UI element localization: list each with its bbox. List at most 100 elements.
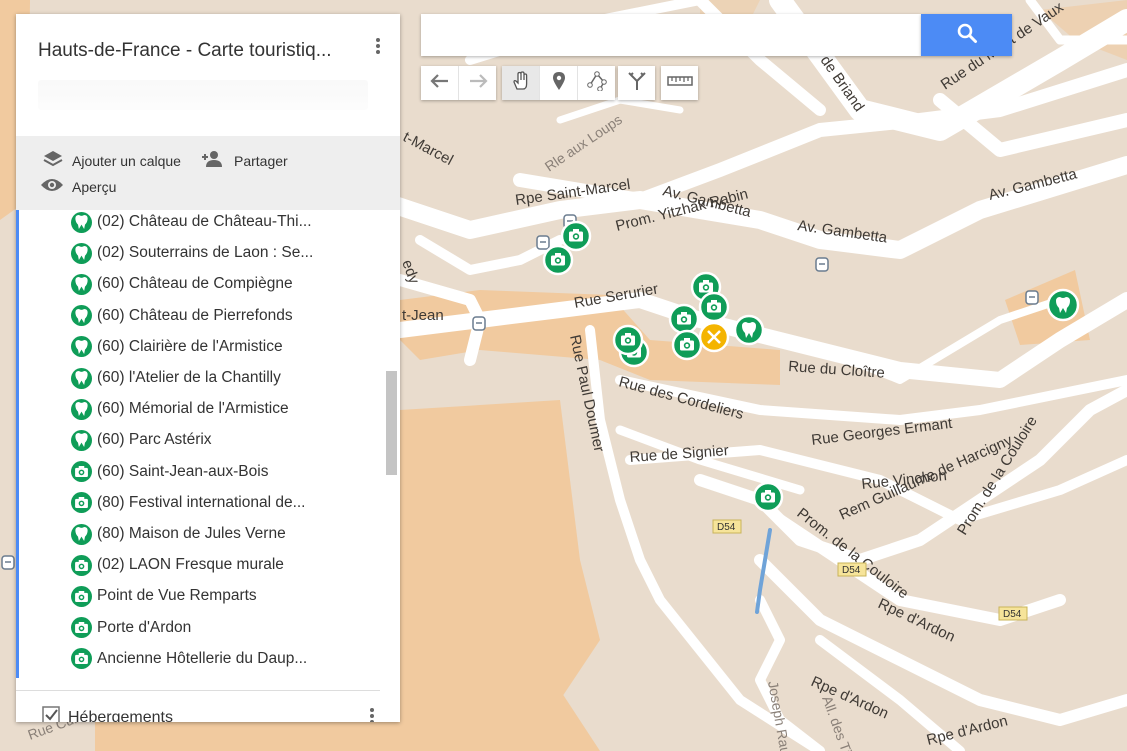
select-tool-button[interactable]: [502, 66, 540, 100]
add-directions-button[interactable]: [618, 66, 655, 100]
undo-icon: [429, 73, 450, 94]
list-item-label: Point de Vue Remparts: [97, 587, 257, 605]
line-icon: [586, 70, 607, 96]
list-item[interactable]: (60) l'Atelier de la Chantilly: [71, 364, 281, 392]
attraction-icon: [71, 336, 92, 358]
camera-marker[interactable]: [752, 481, 784, 513]
camera-icon: [71, 461, 92, 483]
list-item[interactable]: (80) Maison de Jules Verne: [71, 520, 286, 548]
camera-icon: [71, 617, 92, 639]
share-button[interactable]: Partager: [202, 150, 288, 171]
svg-text:D54: D54: [1003, 609, 1022, 620]
checkbox-checked-icon[interactable]: [42, 706, 60, 722]
list-item[interactable]: (80) Festival international de...: [71, 489, 306, 517]
list-item[interactable]: (60) Mémorial de l'Armistice: [71, 395, 289, 423]
measure-toolbar: [661, 66, 698, 100]
directions-toolbar: [618, 66, 655, 100]
street-label: t-Jean: [402, 307, 444, 324]
attraction-icon: [71, 273, 92, 295]
list-item[interactable]: (60) Parc Astérix: [71, 426, 212, 454]
bus-stop-icon[interactable]: [472, 316, 486, 331]
attraction-icon: [71, 305, 92, 327]
add-layer-label: Ajouter un calque: [72, 152, 181, 169]
list-item[interactable]: (02) LAON Fresque murale: [71, 551, 284, 579]
camera-marker[interactable]: [542, 244, 574, 276]
list-item-label: (60) Saint-Jean-aux-Bois: [97, 462, 269, 480]
list-item[interactable]: (60) Château de Compiègne: [71, 270, 293, 298]
share-label: Partager: [234, 152, 288, 169]
list-item-label: (02) LAON Fresque murale: [97, 556, 284, 574]
bus-stop-icon[interactable]: [1025, 290, 1039, 305]
eye-icon: [40, 177, 64, 196]
attraction-marker[interactable]: [733, 314, 765, 346]
redo-icon: [468, 73, 488, 94]
svg-text:D54: D54: [717, 522, 736, 533]
layers-icon: [42, 150, 64, 171]
directions-icon: [627, 71, 646, 96]
add-marker-button[interactable]: [540, 66, 578, 100]
list-item[interactable]: (60) Saint-Jean-aux-Bois: [71, 458, 268, 486]
camera-icon: [71, 492, 92, 514]
scrollbar[interactable]: [386, 371, 397, 475]
list-item-label: (80) Festival international de...: [97, 493, 306, 511]
camera-icon: [71, 585, 92, 607]
undo-button[interactable]: [421, 66, 459, 100]
restaurant-marker[interactable]: [698, 321, 730, 353]
camera-icon: [71, 554, 92, 576]
measure-button[interactable]: [661, 66, 698, 100]
list-item[interactable]: (60) Château de Pierrefonds: [71, 302, 293, 330]
list-item[interactable]: (02) Souterrains de Laon : Se...: [71, 239, 313, 267]
divider: [16, 690, 380, 691]
list-item-label: (60) Château de Compiègne: [97, 275, 293, 293]
list-item[interactable]: Point de Vue Remparts: [71, 582, 257, 610]
layer-header-hebergements[interactable]: Hébergements: [42, 706, 173, 722]
bus-stop-icon[interactable]: [815, 257, 829, 272]
camera-marker[interactable]: [612, 324, 644, 356]
camera-marker[interactable]: [668, 303, 700, 335]
layer-label: Hébergements: [68, 708, 173, 723]
search-button[interactable]: [921, 14, 1012, 56]
attraction-icon: [71, 211, 92, 233]
road-badge-d54: D54: [712, 519, 742, 534]
list-item-label: Porte d'Ardon: [97, 618, 192, 636]
list-item-label: (80) Maison de Jules Verne: [97, 525, 286, 542]
camera-marker[interactable]: [560, 220, 592, 252]
bus-stop-icon[interactable]: [536, 235, 550, 250]
map-description-placeholder[interactable]: [38, 80, 368, 110]
list-item-label: (60) l'Atelier de la Chantilly: [97, 369, 281, 386]
search-input[interactable]: [421, 14, 921, 56]
list-item[interactable]: (60) Clairière de l'Armistice: [71, 333, 283, 361]
list-item-label: (60) Clairière de l'Armistice: [97, 337, 283, 355]
more-options-icon[interactable]: [370, 36, 386, 60]
list-item-label: (60) Mémorial de l'Armistice: [97, 400, 289, 418]
map-actions-bar: Ajouter un calque Partager Aperçu: [16, 136, 400, 210]
attraction-icon: [71, 367, 92, 389]
attraction-icon: [71, 242, 92, 264]
road-badge-d54: D54: [998, 606, 1028, 621]
list-item[interactable]: Ancienne Hôtellerie du Daup...: [71, 645, 307, 673]
places-list: (02) Château de Château-Thi... (02) Soute…: [16, 210, 400, 690]
road-badge-d54: D54: [837, 562, 867, 577]
hand-icon: [511, 70, 531, 96]
attraction-marker[interactable]: [1046, 288, 1080, 322]
list-item[interactable]: Porte d'Ardon: [71, 614, 191, 642]
tools-toolbar: [502, 66, 615, 100]
history-toolbar: [421, 66, 496, 100]
bus-stop-icon[interactable]: [1, 555, 15, 570]
camera-marker[interactable]: [671, 329, 703, 361]
ruler-icon: [666, 74, 693, 92]
draw-line-button[interactable]: [578, 66, 615, 100]
list-item-label: (02) Château de Château-Thi...: [97, 213, 312, 230]
camera-marker[interactable]: [698, 291, 730, 323]
map-title[interactable]: Hauts-de-France - Carte touristiq...: [38, 40, 332, 62]
marker-icon: [552, 71, 566, 96]
redo-button[interactable]: [459, 66, 496, 100]
attraction-icon: [71, 429, 92, 451]
list-item-label: Ancienne Hôtellerie du Daup...: [97, 649, 308, 667]
list-item[interactable]: (02) Château de Château-Thi...: [71, 208, 312, 236]
layer-options-icon[interactable]: [364, 706, 380, 722]
preview-button[interactable]: Aperçu: [40, 177, 116, 196]
add-person-icon: [202, 150, 226, 171]
add-layer-button[interactable]: Ajouter un calque: [42, 150, 181, 171]
camera-icon: [71, 648, 92, 670]
